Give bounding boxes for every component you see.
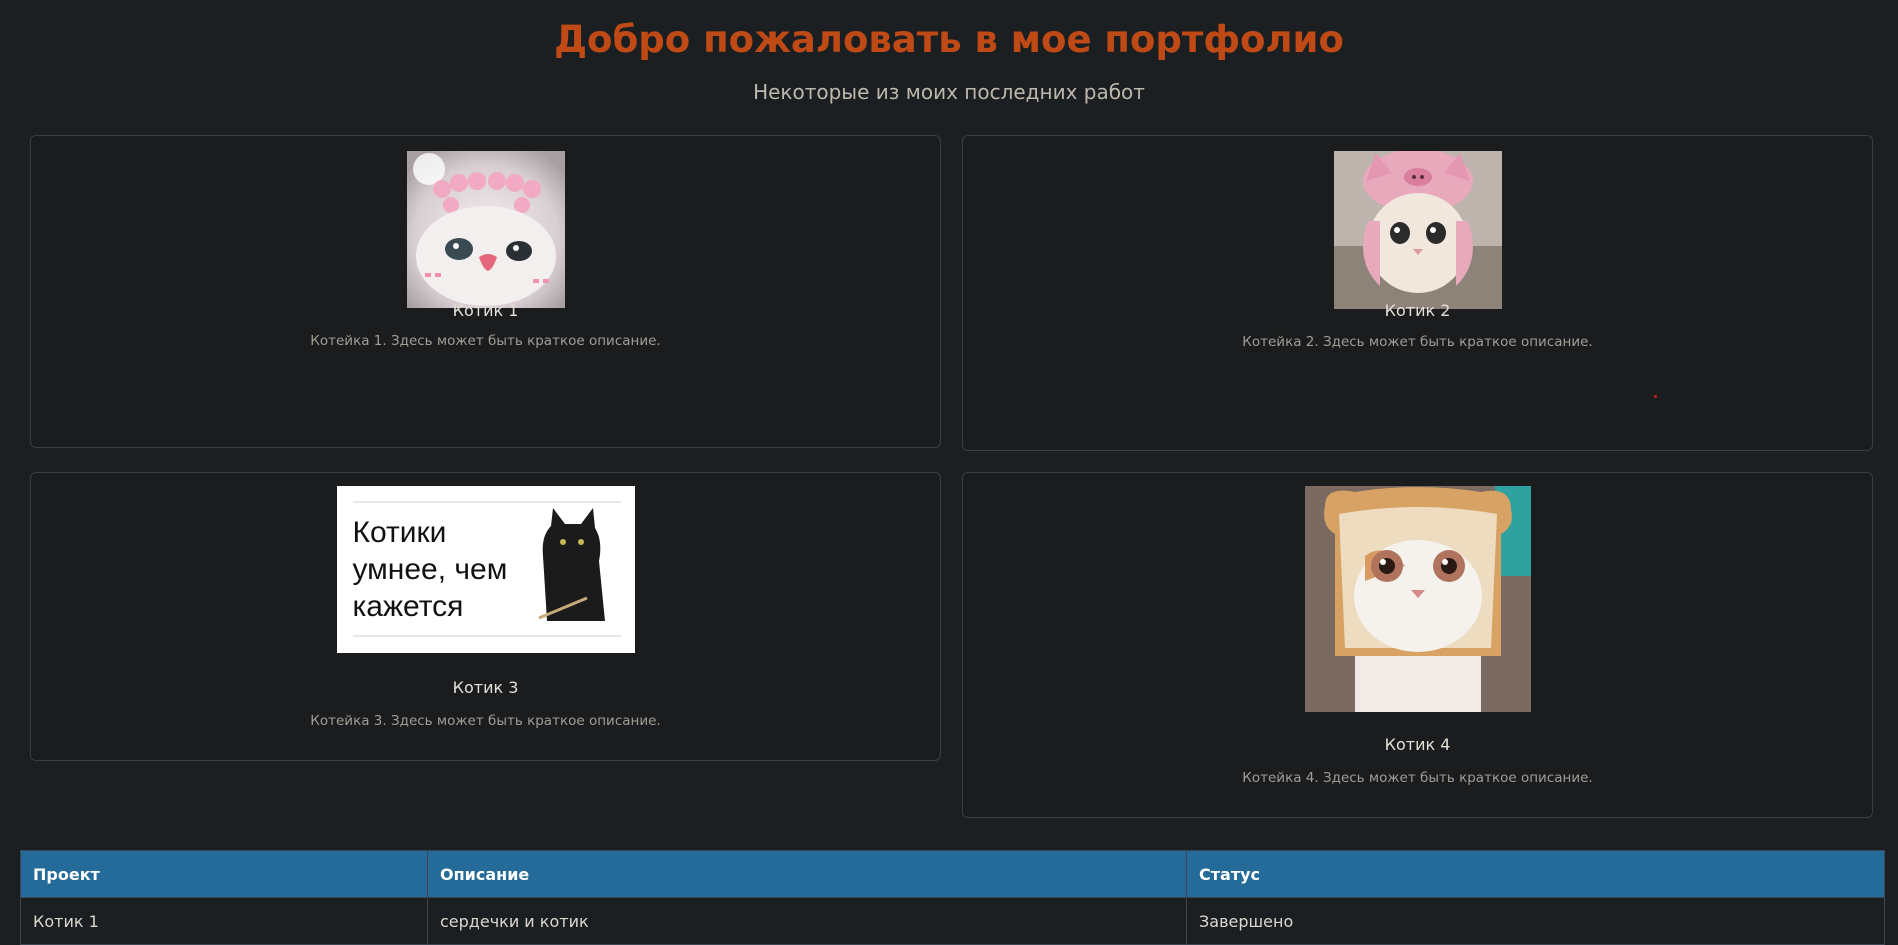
portfolio-card: Котик 2 Котейка 2. Здесь может быть крат… <box>962 135 1873 451</box>
cell-project: Котик 1 <box>20 897 428 945</box>
card-image-cat-in-bread <box>1304 486 1531 712</box>
card-description: Котейка 2. Здесь может быть краткое опис… <box>1242 334 1593 350</box>
page-subtitle: Некоторые из моих последних работ <box>753 80 1145 104</box>
table-header-row: Проект Описание Статус <box>20 850 1885 898</box>
card-title: Котик 4 <box>1384 735 1451 754</box>
red-dot-marker <box>1654 395 1657 398</box>
cell-status: Завершено <box>1186 897 1885 945</box>
portfolio-card: Котик 1 Котейка 1. Здесь может быть крат… <box>30 135 941 448</box>
projects-table-wrapper: Проект Описание Статус Котик 1 сердечки … <box>20 850 1885 945</box>
header-project: Проект <box>20 850 428 898</box>
table-row: Котик 1 сердечки и котик Завершено <box>20 897 1885 945</box>
card-title: Котик 2 <box>1384 301 1451 320</box>
card-description: Котейка 1. Здесь может быть краткое опис… <box>310 333 661 349</box>
card-description: Котейка 3. Здесь может быть краткое опис… <box>310 713 661 729</box>
card-description: Котейка 4. Здесь может быть краткое опис… <box>1242 770 1593 786</box>
card-image-kitten-pig-hat <box>1333 151 1502 309</box>
header-description: Описание <box>427 850 1187 898</box>
projects-table: Проект Описание Статус Котик 1 сердечки … <box>20 850 1885 945</box>
header-status: Статус <box>1186 850 1885 898</box>
portfolio-card: Котик 4 Котейка 4. Здесь может быть крат… <box>962 472 1873 818</box>
card-title: Котик 1 <box>452 301 519 320</box>
meme-text: Котики умнее, чем кажется <box>352 516 508 623</box>
portfolio-card: Котики умнее, чем кажется Котик 3 Котейк… <box>30 472 941 761</box>
cell-description: сердечки и котик <box>427 897 1187 945</box>
card-image-black-cat-meme: Котики умнее, чем кажется <box>336 486 635 653</box>
card-title: Котик 3 <box>452 678 519 697</box>
page-title: Добро пожаловать в мое портфолио <box>554 18 1344 61</box>
card-image-white-kitten <box>406 151 565 308</box>
